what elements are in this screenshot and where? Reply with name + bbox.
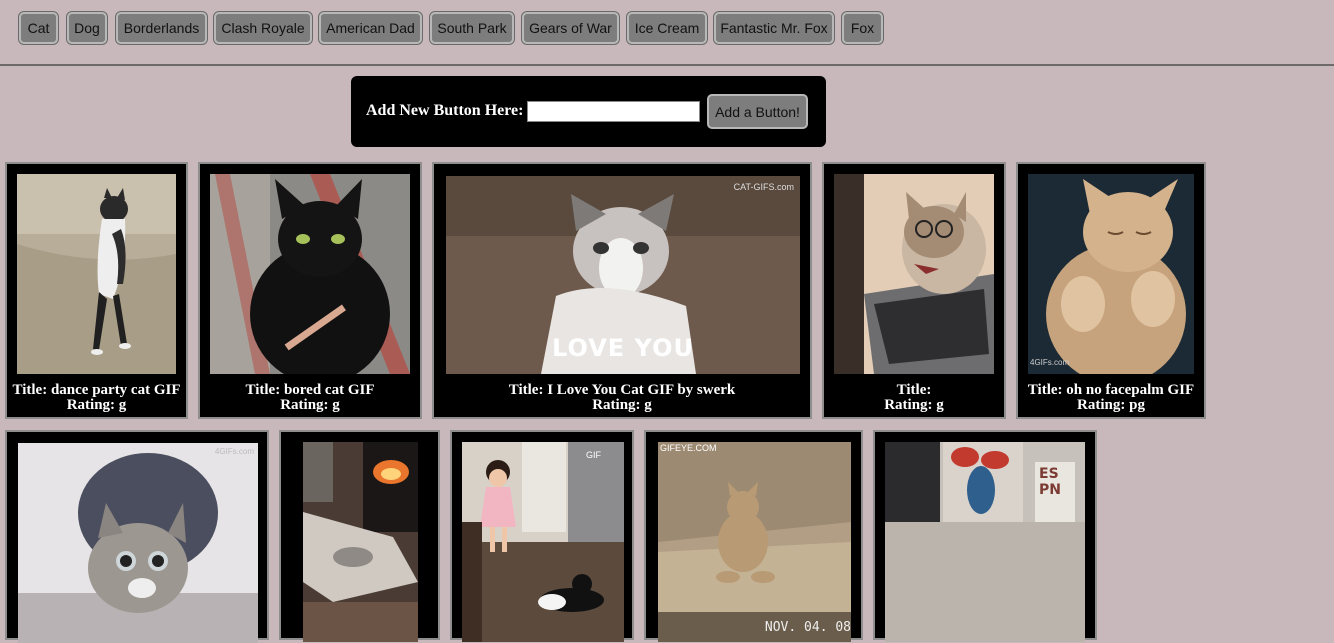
gif-image-facepalm-cat[interactable]: 4GIFs.com	[1028, 174, 1194, 374]
gif-card[interactable]: CAT-GIFS.com LOVE YOU Title: I Love You …	[432, 162, 812, 419]
add-button-form: Add New Button Here: Add a Button!	[351, 76, 826, 147]
gif-card[interactable]: ES PN	[873, 430, 1097, 642]
gif-image-date-stamp: NOV. 04. 08	[764, 620, 851, 635]
gif-rating: Rating: pg	[1077, 397, 1145, 413]
gif-title: Title: dance party cat GIF	[12, 382, 181, 398]
gif-image-watermark: 4GIFs.com	[1030, 358, 1070, 367]
gif-image-laptop-cat[interactable]	[834, 174, 994, 374]
gif-card[interactable]: GIFEYE.COM NOV. 04. 08	[644, 430, 863, 642]
topic-button-south-park[interactable]: South Park	[430, 12, 514, 44]
gif-image-watermark: GIF	[586, 450, 601, 460]
topic-button-fantastic-mr-fox[interactable]: Fantastic Mr. Fox	[714, 12, 834, 44]
gif-card[interactable]: GIF	[450, 430, 634, 642]
topic-button-gears-of-war[interactable]: Gears of War	[522, 12, 619, 44]
topic-button-bar: Cat Dog Borderlands Clash Royale America…	[0, 0, 1334, 66]
gif-rating: Rating: g	[66, 397, 127, 413]
gif-image-watermark: CAT-GIFS.com	[733, 182, 794, 192]
topic-button-ice-cream[interactable]: Ice Cream	[627, 12, 707, 44]
topic-button-american-dad[interactable]: American Dad	[319, 12, 422, 44]
gif-image-poster-text: ES PN	[1039, 466, 1061, 498]
topic-button-dog[interactable]: Dog	[67, 12, 107, 44]
gif-image-crouching-cat[interactable]: 4GIFs.com	[18, 443, 258, 643]
gif-card[interactable]: 4GIFs.com	[5, 430, 269, 643]
gif-image-fireplace-cat[interactable]	[303, 442, 418, 642]
gif-card[interactable]: 4GIFs.com Title: oh no facepalm GIF Rati…	[1016, 162, 1206, 419]
topic-button-borderlands[interactable]: Borderlands	[116, 12, 207, 44]
gif-rating: Rating: g	[884, 397, 944, 413]
add-button-label: Add New Button Here:	[366, 102, 524, 119]
gif-rating: Rating: g	[592, 397, 652, 413]
gif-title: Title: I Love You Cat GIF by swerk	[508, 382, 736, 398]
gif-card[interactable]	[279, 430, 440, 642]
gif-image-couch-cat[interactable]: GIFEYE.COM NOV. 04. 08	[658, 442, 851, 642]
gif-image-love-you-cat[interactable]: CAT-GIFS.com LOVE YOU	[446, 176, 800, 374]
gif-title: Title: bored cat GIF	[245, 382, 375, 398]
topic-button-fox[interactable]: Fox	[842, 12, 883, 44]
topic-button-clash-royale[interactable]: Clash Royale	[214, 12, 312, 44]
gif-image-caption-text: LOVE YOU	[552, 334, 694, 362]
new-topic-input[interactable]	[527, 101, 700, 122]
gif-image-watermark: GIFEYE.COM	[660, 443, 717, 453]
gif-card[interactable]: Title: Rating: g	[822, 162, 1006, 419]
gif-rating: Rating: g	[280, 397, 340, 413]
topic-button-cat[interactable]: Cat	[19, 12, 58, 44]
gif-image-toddler-cat[interactable]: GIF	[462, 442, 624, 642]
gif-title: Title:	[896, 382, 932, 398]
gif-image-carpet-floor[interactable]: ES PN	[885, 442, 1085, 642]
gif-card[interactable]: Title: dance party cat GIF Rating: g	[5, 162, 188, 419]
gif-title: Title: oh no facepalm GIF	[1027, 382, 1195, 398]
add-a-button[interactable]: Add a Button!	[707, 94, 808, 129]
gif-image-bored-cat[interactable]	[210, 174, 410, 374]
gif-card[interactable]: Title: bored cat GIF Rating: g	[198, 162, 422, 419]
gif-image-watermark: 4GIFs.com	[214, 447, 254, 456]
gif-image-dancing-cat[interactable]	[17, 174, 176, 374]
